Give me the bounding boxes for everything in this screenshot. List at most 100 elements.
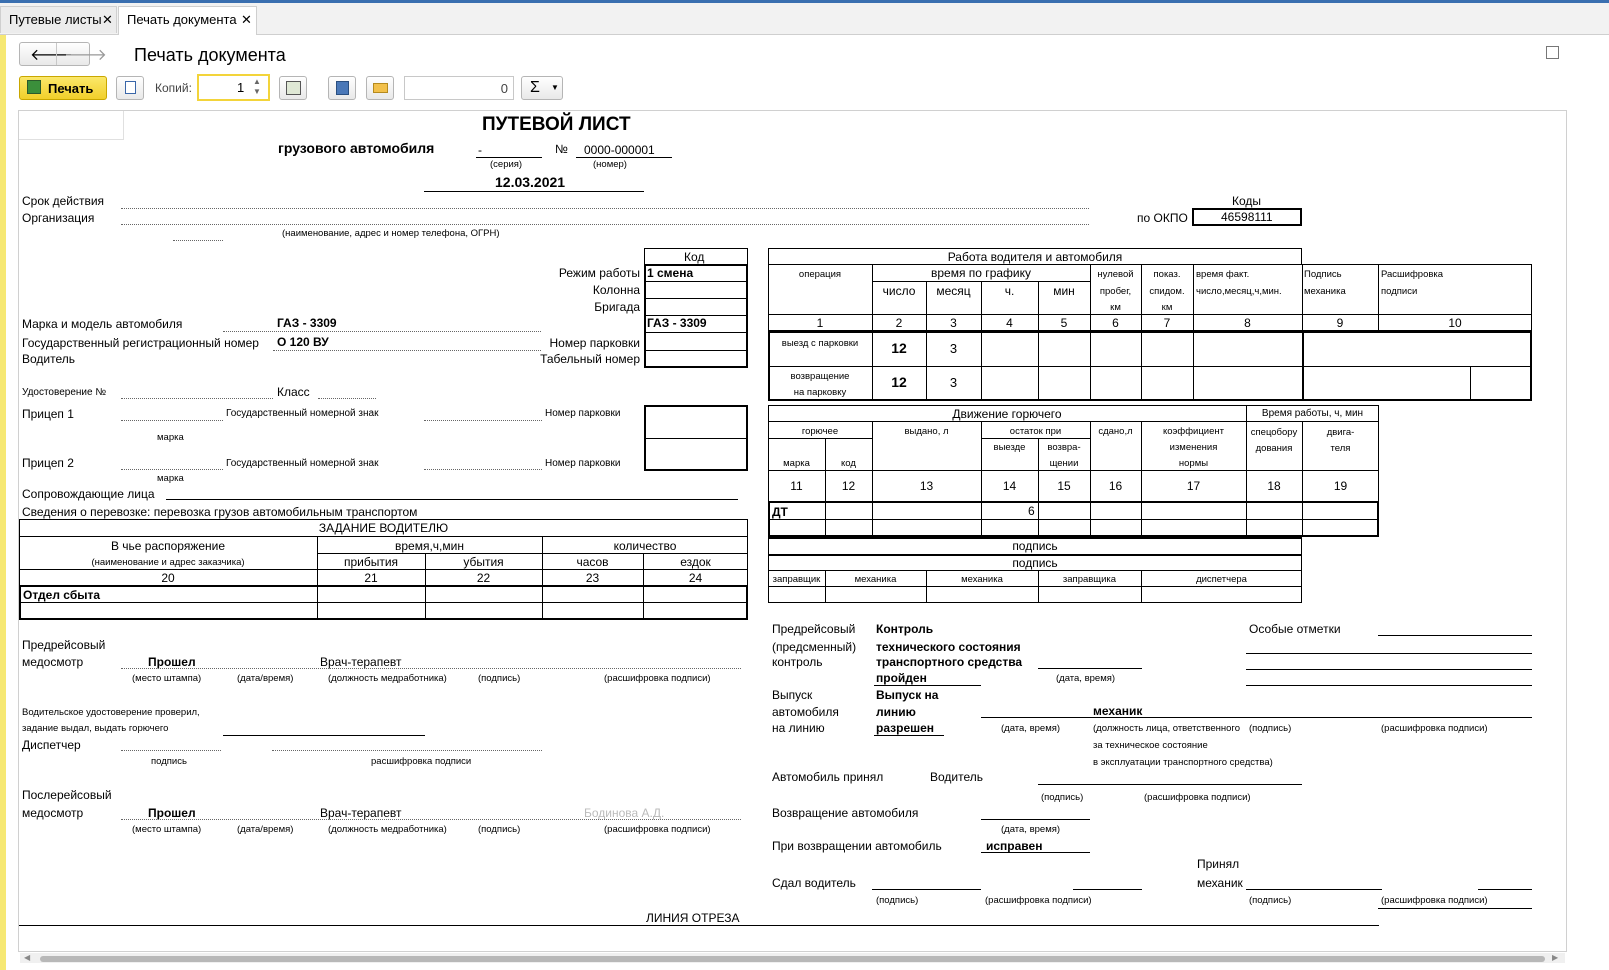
line [19,536,748,537]
mech-sign-caption: (подпись) [1249,895,1292,906]
line [872,281,1090,282]
email-button[interactable] [366,76,394,100]
scroll-left-icon[interactable]: ◀ [24,953,30,962]
dispatcher-label: Диспетчер [22,738,81,752]
tabnum-label: Табельный номер [540,352,640,366]
window-menu-icon[interactable] [1546,46,1559,59]
trailer1-mark-caption: марка [157,432,184,443]
envelope-icon [373,83,388,93]
ctrl-value: Контроль [876,622,934,636]
copies-label: Копий: [155,81,192,95]
line [1038,784,1302,785]
line [768,519,1379,520]
sum-dropdown-button[interactable]: Σ ▼ [521,76,563,100]
fuel-num: 15 [1057,479,1071,493]
work-sched: время по графику [931,266,1031,280]
work-num: 5 [1060,316,1068,330]
sum-value: 0 [500,81,508,96]
work-dec: Расшифровка [1381,269,1444,280]
scrollbar-thumb[interactable] [40,956,1545,962]
make-code: ГАЗ - 3309 [647,316,707,330]
pre-med-passed: Прошел [148,655,196,669]
sum-field[interactable]: 0 [404,76,514,100]
work-num: 8 [1244,316,1251,330]
tab-waybills[interactable]: Путевые листы ✕ [0,6,117,33]
line [644,438,748,439]
tab-label: Путевые листы [9,12,102,27]
handed-sign-caption: (подпись) [876,895,919,906]
line [121,750,221,751]
pre-ctrl-label: контроль [772,655,823,669]
spin-icon[interactable]: ▲ ▼ [253,77,261,97]
code-title: Код [684,250,705,264]
okpo-value: 46598111 [1221,210,1273,224]
sign-col: заправщика [1062,574,1117,585]
table-edit-icon [286,81,301,95]
mech-accepted-label: механик [1197,876,1243,890]
line [981,717,1532,718]
line [576,157,672,158]
line [768,421,1379,422]
caption-position: (должность медработника) [328,673,447,684]
line [424,469,542,470]
line [272,750,542,751]
work-num: 2 [895,316,903,330]
accepted-label: Автомобиль принял [772,770,884,784]
print-button[interactable]: Печать [19,76,107,100]
fuel-spec: дования [1255,443,1293,454]
print-label: Печать [48,81,94,96]
line [1246,685,1532,686]
release-resp-caption: в эксплуатации транспортного средства) [1093,757,1273,768]
task-row-customer: Отдел сбыта [23,588,101,602]
trailer2-label: Прицеп 2 [22,456,74,470]
sign-col: заправщик [772,574,821,585]
release-sign-caption: (подпись) [1249,723,1292,734]
tab-print-document[interactable]: Печать документа ✕ [118,6,257,35]
scroll-right-icon[interactable]: ▶ [1552,953,1558,962]
doc-subtitle: грузового автомобиля [278,140,435,156]
line [981,852,1090,853]
mode-value: 1 смена [647,266,694,280]
line [1378,635,1532,636]
work-odo: км [1161,302,1173,313]
ctrl-value: технического состояния [876,640,1021,654]
line [768,366,1532,367]
task-num: 20 [161,571,175,585]
caption-datetime: (дата/время) [237,824,294,835]
edit-button[interactable] [279,76,307,100]
copies-value: 1 [237,80,245,95]
number-caption: (номер) [593,159,627,170]
close-icon[interactable]: ✕ [102,7,113,33]
fuel-coef: коэффициент [1163,426,1224,437]
trailer1-plate-label: Государственный номерной знак [226,408,379,419]
release-label: автомобиля [772,705,839,719]
copies-input[interactable]: 1 ▲ ▼ [197,74,270,101]
handed-decode-caption: (расшифровка подписи) [985,895,1092,906]
caption-decode: (расшифровка подписи) [604,673,711,684]
line [981,438,1090,439]
line [874,685,981,686]
fuel-row-rest: 6 [1028,504,1035,518]
floppy-icon [336,81,349,95]
release-resp-caption: (должность лица, ответственного [1093,723,1240,734]
forward-arrow-icon[interactable]: 🡒 [64,44,107,65]
work-out-label: выезд с парковки [781,338,859,349]
release-value: линию [876,705,916,719]
fuel-spec: спецобору [1250,427,1298,438]
caption-stamp: (место штампа) [132,673,202,684]
work-out-day: 12 [891,340,907,356]
fuel-eng: двига- [1326,427,1355,438]
fuel-rest: остаток при [1009,426,1062,437]
check-text: задание выдал, выдать горючего [22,723,169,734]
line [768,470,1379,471]
preview-button[interactable] [116,76,144,100]
mode-label: Режим работы [558,266,640,280]
line [273,350,541,351]
work-odo: показ. [1153,269,1181,280]
save-button[interactable] [328,76,356,100]
line [1378,908,1532,909]
nav-buttons: 🡐 🡒 [19,42,107,66]
series-caption: (серия) [490,159,523,170]
close-icon[interactable]: ✕ [241,7,252,33]
task-time: время,ч,мин [395,539,464,553]
